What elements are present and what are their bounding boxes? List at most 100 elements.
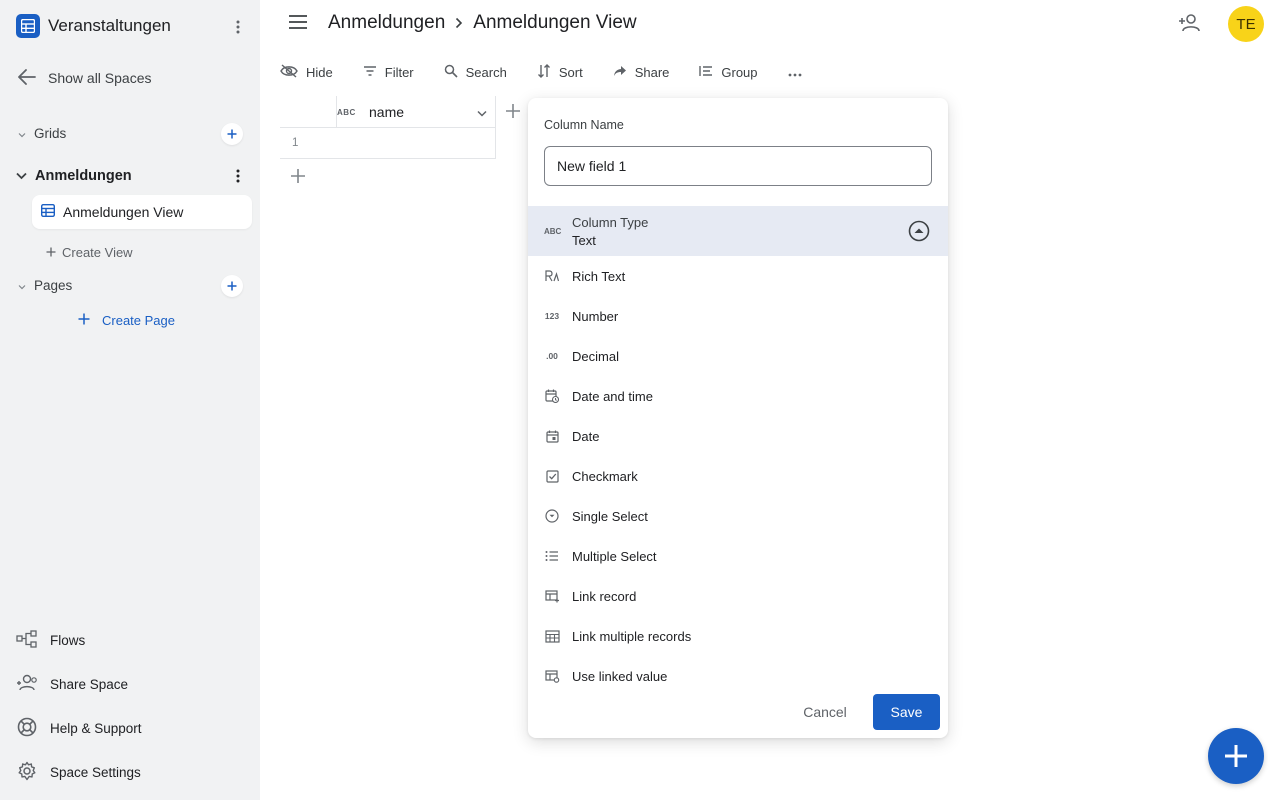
type-option-label: Rich Text xyxy=(572,268,626,284)
type-option-label: Link multiple records xyxy=(572,628,692,644)
plus-icon xyxy=(227,129,237,139)
breadcrumb: Anmeldungen Anmeldungen View xyxy=(328,12,637,34)
lookup-icon xyxy=(544,669,560,683)
add-row-icon[interactable] xyxy=(289,167,307,190)
type-option-use-linked-value[interactable]: Use linked value xyxy=(528,656,948,696)
search-icon xyxy=(444,64,458,81)
space-options-icon[interactable] xyxy=(228,17,248,37)
sidebar-share-space[interactable]: Share Space xyxy=(16,672,128,696)
plus-icon xyxy=(78,313,90,328)
eye-off-icon xyxy=(280,63,298,81)
cancel-button[interactable]: Cancel xyxy=(792,694,858,730)
sort-label: Sort xyxy=(558,64,583,80)
user-avatar[interactable]: TE xyxy=(1228,6,1264,42)
floating-add-button[interactable] xyxy=(1208,728,1264,784)
save-button[interactable]: Save xyxy=(873,694,940,730)
rich-text-icon xyxy=(544,269,560,283)
add-page-button[interactable] xyxy=(221,275,243,297)
hide-label: Hide xyxy=(306,64,333,80)
type-option-link-multiple-records[interactable]: Link multiple records xyxy=(528,616,948,656)
table-name: Anmeldungen xyxy=(35,168,132,184)
number-type-icon: 123 xyxy=(544,311,560,321)
space-settings-label: Space Settings xyxy=(50,764,141,780)
type-option-label: Multiple Select xyxy=(572,548,657,564)
type-option-label: Date xyxy=(572,428,600,444)
type-option-number[interactable]: 123 Number xyxy=(528,296,948,336)
show-all-spaces-label: Show all Spaces xyxy=(48,70,152,86)
type-option-label: Checkmark xyxy=(572,468,638,484)
column-header-name[interactable]: ABC name xyxy=(336,96,496,128)
type-option-decimal[interactable]: .00 Decimal xyxy=(528,336,948,376)
grid-header-row: ABC name xyxy=(280,96,496,128)
table-row[interactable]: 1 xyxy=(280,128,496,159)
topbar: Anmeldungen Anmeldungen View TE xyxy=(260,0,1280,48)
search-button[interactable]: Search xyxy=(444,64,507,81)
text-type-icon: ABC xyxy=(544,227,562,236)
chevron-right-icon xyxy=(455,17,463,29)
type-option-multiple-select[interactable]: Multiple Select xyxy=(528,536,948,576)
group-icon xyxy=(699,65,713,80)
column-type-select[interactable]: ABC Column Type Text xyxy=(528,206,948,256)
create-page-button[interactable]: Create Page xyxy=(78,310,175,330)
breadcrumb-table[interactable]: Anmeldungen xyxy=(328,12,445,34)
chevron-down-icon xyxy=(18,126,28,141)
view-name: Anmeldungen View xyxy=(63,204,184,220)
help-support-label: Help & Support xyxy=(50,720,142,736)
filter-button[interactable]: Filter xyxy=(363,65,414,80)
sort-button[interactable]: Sort xyxy=(537,63,583,81)
filter-label: Filter xyxy=(384,64,414,80)
type-option-label: Decimal xyxy=(572,348,619,364)
column-name-input[interactable] xyxy=(544,146,932,186)
flows-label: Flows xyxy=(50,632,86,648)
sidebar-view-anmeldungen-view[interactable]: Anmeldungen View xyxy=(32,195,252,229)
link-multiple-records-icon xyxy=(544,629,560,643)
lifebuoy-icon xyxy=(16,717,38,740)
share-label: Share xyxy=(634,64,670,80)
type-option-single-select[interactable]: Single Select xyxy=(528,496,948,536)
type-option-date[interactable]: Date xyxy=(528,416,948,456)
type-option-label: Single Select xyxy=(572,508,648,524)
checkbox-icon xyxy=(544,469,560,483)
filter-icon xyxy=(363,65,377,80)
grids-section-toggle[interactable]: Grids xyxy=(18,123,66,143)
column-name: name xyxy=(369,104,405,120)
more-options-button[interactable] xyxy=(788,65,802,80)
search-label: Search xyxy=(465,64,507,80)
decimal-type-icon: .00 xyxy=(546,351,558,361)
show-all-spaces-link[interactable]: Show all Spaces xyxy=(18,68,152,88)
share-space-label: Share Space xyxy=(50,676,129,692)
type-option-rich-text[interactable]: Rich Text xyxy=(528,256,948,296)
sidebar-space-settings[interactable]: Space Settings xyxy=(16,760,141,784)
add-column-icon[interactable] xyxy=(504,102,522,125)
hide-fields-button[interactable]: Hide xyxy=(280,63,333,81)
chevron-up-circle-icon[interactable] xyxy=(908,220,930,247)
pages-label: Pages xyxy=(34,277,73,293)
type-option-link-record[interactable]: Link record xyxy=(528,576,948,616)
row-number: 1 xyxy=(292,137,299,149)
type-option-label: Use linked value xyxy=(572,668,668,684)
add-grid-button[interactable] xyxy=(221,123,243,145)
column-type-value: Text xyxy=(572,233,596,248)
type-option-label: Link record xyxy=(572,588,637,604)
create-view-button[interactable]: Create View xyxy=(46,242,133,262)
chevron-down-icon[interactable] xyxy=(477,105,487,123)
share-button[interactable]: Share xyxy=(613,64,670,80)
add-person-icon[interactable] xyxy=(1178,13,1200,38)
table-options-icon[interactable] xyxy=(228,166,248,186)
hamburger-menu-icon[interactable] xyxy=(288,14,308,35)
grids-label: Grids xyxy=(34,125,67,141)
group-button[interactable]: Group xyxy=(699,65,758,80)
breadcrumb-view[interactable]: Anmeldungen View xyxy=(473,12,636,34)
sidebar-help-support[interactable]: Help & Support xyxy=(16,716,142,740)
sidebar-table-anmeldungen[interactable]: Anmeldungen xyxy=(16,166,132,186)
type-option-label: Date and time xyxy=(572,388,653,404)
gear-icon xyxy=(16,761,38,784)
type-option-checkmark[interactable]: Checkmark xyxy=(528,456,948,496)
create-view-label: Create View xyxy=(62,244,133,260)
pages-section-toggle[interactable]: Pages xyxy=(18,275,72,295)
space-header[interactable]: Veranstaltungen xyxy=(16,13,252,39)
sort-icon xyxy=(537,63,551,81)
type-option-date-time[interactable]: Date and time xyxy=(528,376,948,416)
chevron-down-icon xyxy=(18,278,28,293)
sidebar-flows[interactable]: Flows xyxy=(16,628,85,652)
